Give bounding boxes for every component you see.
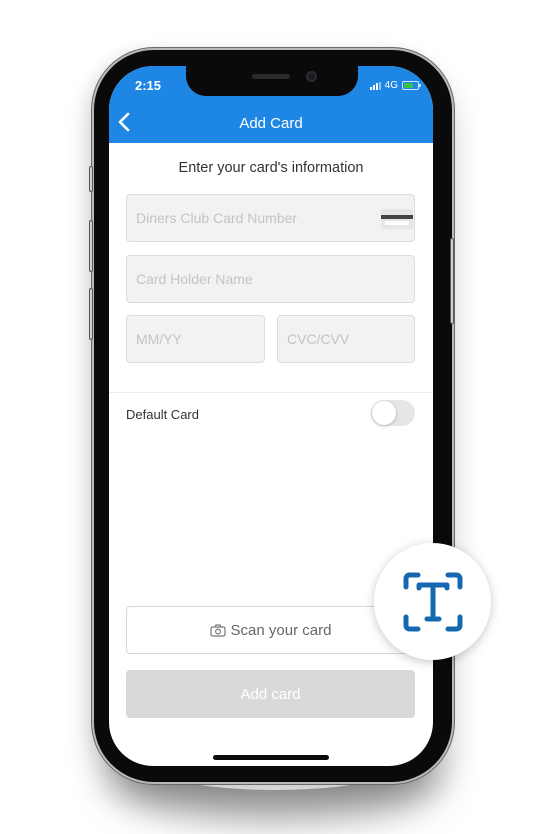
card-holder-field[interactable]	[126, 255, 415, 303]
card-number-field[interactable]	[126, 194, 415, 242]
volume-up-button	[89, 220, 93, 272]
card-number-input[interactable]	[136, 195, 414, 241]
power-button	[450, 238, 454, 324]
add-card-button[interactable]: Add card	[126, 670, 415, 718]
scan-card-label: Scan your card	[230, 621, 332, 639]
battery-icon	[402, 81, 421, 90]
form-subtitle: Enter your card's information	[178, 160, 364, 176]
status-time: 2:15	[135, 78, 162, 93]
signal-icon	[369, 81, 381, 90]
front-camera	[306, 71, 317, 82]
expiry-field[interactable]	[126, 315, 265, 363]
notch	[186, 66, 358, 96]
text-scan-badge[interactable]	[374, 543, 491, 660]
default-card-toggle[interactable]	[371, 400, 415, 426]
network-type: 4G	[384, 80, 398, 91]
text-scan-icon	[403, 572, 462, 631]
expiry-input[interactable]	[136, 316, 264, 362]
default-card-label: Default Card	[126, 407, 199, 422]
phone-screen: 2:15 4G Add Card Enter your card's infor…	[109, 66, 433, 766]
page-title: Add Card	[239, 115, 303, 132]
divider	[109, 392, 433, 393]
volume-down-button	[89, 288, 93, 340]
toggle-knob	[372, 401, 396, 425]
mute-switch	[89, 166, 93, 192]
credit-card-icon	[381, 209, 413, 229]
cvc-field[interactable]	[277, 315, 415, 363]
status-indicators: 4G	[369, 80, 421, 91]
card-holder-input[interactable]	[136, 256, 414, 302]
speaker	[252, 74, 290, 79]
add-card-label: Add card	[240, 685, 301, 703]
camera-icon	[209, 623, 226, 637]
home-indicator	[213, 755, 329, 760]
scan-card-button[interactable]: Scan your card	[126, 606, 415, 654]
cvc-input[interactable]	[287, 316, 414, 362]
